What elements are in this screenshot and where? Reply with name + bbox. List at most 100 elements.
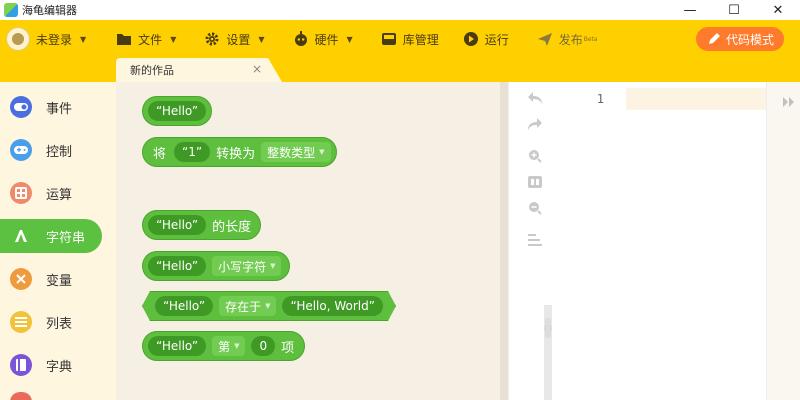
variable-x-icon — [10, 268, 32, 290]
dropdown-value: 存在于 — [225, 299, 262, 314]
block-convert[interactable]: 将 “1” 转换为 整数类型 ▼ — [142, 137, 337, 167]
user-menu[interactable]: 未登录 ▼ — [6, 20, 86, 58]
avatar — [6, 27, 30, 51]
chevron-down-icon: ▼ — [170, 34, 177, 44]
line-number: 1 — [596, 92, 604, 106]
tab-strip: 新的作品 × — [0, 58, 800, 82]
block-length[interactable]: “Hello” 的长度 — [142, 210, 262, 240]
block-value[interactable]: “Hello” — [148, 101, 207, 121]
library-label: 库管理 — [402, 32, 439, 47]
file-label: 文件 — [138, 32, 163, 47]
library-button[interactable]: 库管理 — [381, 20, 439, 58]
pencil-icon — [706, 31, 722, 47]
zoom-in-icon[interactable] — [527, 148, 543, 164]
gamepad-icon — [10, 139, 32, 161]
undo-icon[interactable] — [527, 90, 543, 106]
chevron-down-icon: ▼ — [234, 342, 240, 350]
block-text: 项 — [281, 340, 295, 356]
hardware-menu[interactable]: 硬件 ▼ — [293, 20, 353, 58]
align-icon[interactable] — [527, 232, 543, 248]
list-icon — [10, 311, 32, 333]
block-value[interactable]: “Hello” — [148, 256, 207, 276]
block-value[interactable]: “Hello” — [148, 215, 207, 235]
sidebar-item-control[interactable]: 控制 — [4, 133, 102, 167]
book-icon — [10, 354, 32, 376]
block-dropdown[interactable]: 小写字符 ▼ — [212, 256, 282, 276]
folder-icon — [116, 31, 132, 47]
block-dropdown[interactable]: 第 ▼ — [212, 336, 246, 356]
tab-edge — [268, 58, 282, 82]
hardware-label: 硬件 — [314, 32, 339, 47]
close-button[interactable]: ✕ — [756, 0, 800, 20]
zoom-out-icon[interactable] — [527, 200, 543, 216]
block-number[interactable]: 0 — [251, 336, 276, 356]
redo-icon[interactable] — [527, 116, 543, 132]
fit-screen-icon[interactable] — [527, 174, 543, 190]
chevron-down-icon: ▼ — [346, 34, 353, 44]
file-menu[interactable]: 文件 ▼ — [116, 20, 176, 58]
play-icon — [463, 31, 479, 47]
palette-scrollbar[interactable] — [500, 82, 508, 400]
user-label: 未登录 — [36, 32, 73, 47]
active-line-highlight — [626, 88, 766, 110]
chevron-down-icon: ▼ — [265, 302, 271, 310]
app-title: 海龟编辑器 — [22, 4, 77, 17]
block-string-literal[interactable]: “Hello” — [142, 96, 213, 126]
sidebar-item-lists[interactable]: 列表 — [4, 305, 102, 339]
close-tab-icon[interactable]: × — [252, 62, 262, 76]
chevron-down-icon: ▼ — [80, 34, 87, 44]
console-panel-collapsed — [766, 82, 800, 400]
beta-badge: Beta — [583, 35, 598, 43]
sidebar-item-operators[interactable]: 运算 — [4, 176, 102, 210]
settings-menu[interactable]: 设置 ▼ — [204, 20, 265, 58]
robot-icon — [293, 31, 309, 47]
code-mode-label: 代码模式 — [725, 32, 774, 47]
expand-panel-icon[interactable] — [783, 96, 795, 110]
block-value[interactable]: “Hello” — [148, 336, 207, 356]
dropdown-value: 整数类型 — [267, 145, 316, 160]
block-case[interactable]: “Hello” 小写字符 ▼ — [142, 251, 291, 281]
block-value-2[interactable]: “Hello, World” — [282, 296, 383, 316]
run-button[interactable]: 运行 — [463, 20, 509, 58]
category-sidebar: 事件 控制 运算 字符串 变量 列表 字典 — [0, 82, 116, 400]
block-value[interactable]: “Hello” — [155, 296, 213, 316]
block-value[interactable]: “1” — [174, 142, 211, 162]
publish-button[interactable]: 发布 Beta — [537, 20, 598, 58]
code-mode-button[interactable]: 代码模式 — [695, 27, 784, 51]
maximize-button[interactable]: ☐ — [712, 0, 756, 20]
block-text: 的长度 — [212, 219, 252, 235]
sidebar-item-label: 变量 — [46, 273, 73, 289]
dropdown-value: 小写字符 — [218, 259, 267, 274]
title-bar: 海龟编辑器 — ☐ ✕ — [0, 0, 800, 20]
main-toolbar: 未登录 ▼ 文件 ▼ 设置 ▼ 硬件 ▼ 库管理 运行 发布 Beta — [0, 20, 800, 58]
more-icon — [10, 392, 32, 400]
dropdown-value: 第 — [218, 339, 231, 354]
sidebar-item-more[interactable] — [4, 392, 102, 400]
code-editor[interactable] — [626, 82, 766, 400]
block-contains[interactable]: “Hello” 存在于 ▼ “Hello, World” — [142, 291, 396, 321]
sidebar-item-label: 控制 — [46, 144, 73, 160]
sidebar-item-dict[interactable]: 字典 — [4, 348, 102, 382]
inbox-icon — [381, 31, 397, 47]
block-palette: “Hello” 将 “1” 转换为 整数类型 ▼ “Hello” 的长度 “He… — [116, 82, 504, 400]
block-dropdown[interactable]: 存在于 ▼ — [219, 296, 276, 316]
sidebar-item-label: 事件 — [46, 101, 73, 117]
splitter-grip-icon[interactable]: ⋮⋮ — [542, 318, 554, 338]
sidebar-item-variables[interactable]: 变量 — [4, 262, 102, 296]
minimize-button[interactable]: — — [668, 0, 712, 20]
letter-a-icon — [10, 225, 32, 247]
block-dropdown[interactable]: 整数类型 ▼ — [261, 142, 331, 162]
chevron-down-icon: ▼ — [258, 34, 265, 44]
window-controls: — ☐ ✕ — [668, 0, 800, 20]
gear-icon — [204, 31, 220, 47]
sidebar-item-strings[interactable]: 字符串 — [0, 219, 102, 253]
sidebar-item-label: 字典 — [46, 359, 73, 375]
block-text: 转换为 — [216, 146, 256, 162]
calculator-icon — [10, 182, 32, 204]
sidebar-item-events[interactable]: 事件 — [4, 90, 102, 124]
block-text: 将 — [153, 146, 167, 162]
block-index[interactable]: “Hello” 第 ▼ 0 项 — [142, 331, 306, 361]
chevron-down-icon: ▼ — [270, 262, 276, 270]
publish-label: 发布 — [558, 32, 583, 47]
tab-new-work[interactable]: 新的作品 × — [116, 58, 270, 82]
